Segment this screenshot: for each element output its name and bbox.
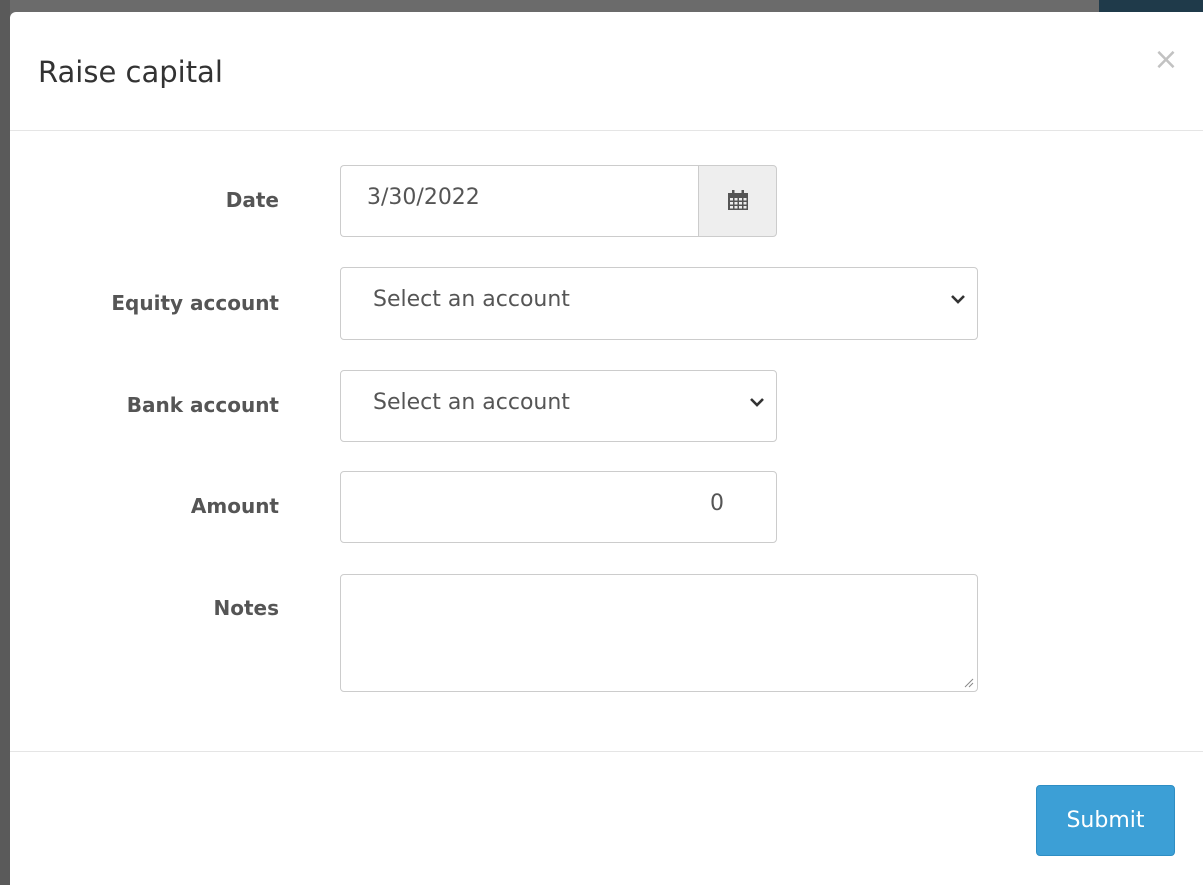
bank-account-select[interactable]: Select an account	[340, 370, 777, 442]
backdrop-accent	[1099, 0, 1203, 12]
notes-label: Notes	[213, 596, 279, 620]
equity-account-select[interactable]: Select an account	[340, 267, 978, 340]
raise-capital-modal: Raise capital × Date 3/30/2022 Equity ac…	[10, 12, 1203, 885]
submit-button[interactable]: Submit	[1036, 785, 1175, 856]
equity-account-selected: Select an account	[373, 287, 570, 312]
modal-header: Raise capital ×	[10, 12, 1203, 131]
modal-footer: Submit	[10, 751, 1203, 885]
bank-account-label: Bank account	[126, 393, 279, 417]
date-picker-button[interactable]	[698, 165, 777, 237]
date-label: Date	[225, 188, 279, 212]
notes-textarea[interactable]	[340, 574, 978, 692]
chevron-down-icon	[750, 398, 764, 407]
calendar-icon	[728, 190, 748, 210]
date-input[interactable]: 3/30/2022	[340, 165, 699, 237]
resize-handle-icon[interactable]	[962, 676, 974, 688]
amount-label: Amount	[190, 494, 279, 518]
amount-input[interactable]: 0	[340, 471, 777, 543]
chevron-down-icon	[951, 295, 965, 304]
close-icon: ×	[1153, 42, 1179, 77]
equity-account-label: Equity account	[111, 291, 279, 315]
bank-account-selected: Select an account	[373, 390, 570, 415]
close-button[interactable]: ×	[1151, 45, 1181, 76]
backdrop-left-edge	[0, 0, 10, 885]
modal-title: Raise capital	[38, 55, 223, 89]
